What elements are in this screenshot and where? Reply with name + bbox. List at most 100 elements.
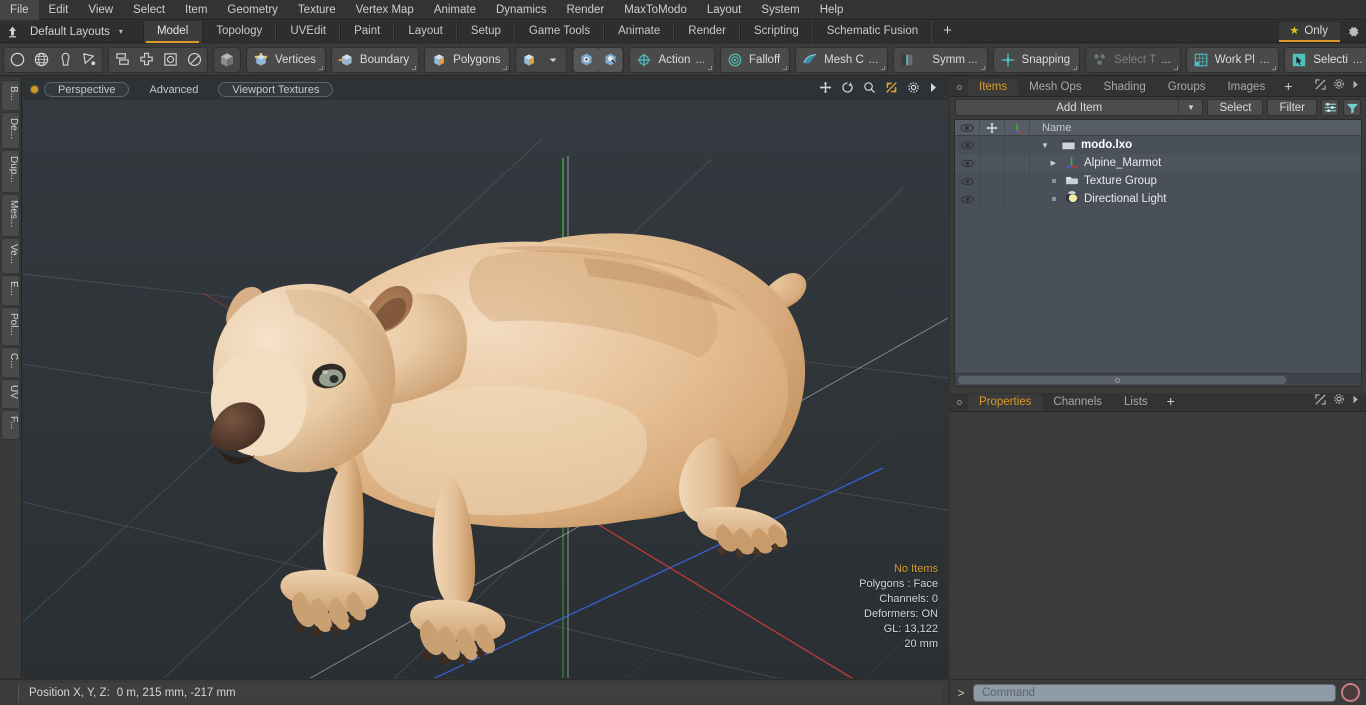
properties-menu-dot[interactable]	[957, 400, 962, 405]
pen-icon[interactable]	[53, 48, 77, 72]
viewport-canvas[interactable]: Y X Z	[23, 78, 948, 678]
snap-vertex-icon[interactable]	[574, 47, 599, 72]
table-row[interactable]: Directional Light	[955, 190, 1361, 208]
rail-tab-deform[interactable]: De...	[1, 112, 20, 150]
menu-item-help[interactable]: Help	[810, 0, 854, 20]
filter-button[interactable]: Filter	[1267, 99, 1317, 116]
row-label-cell[interactable]: ▼ modo.lxo	[1030, 138, 1361, 153]
row-label-cell[interactable]: ▶ Alpine_Marmot	[1030, 155, 1361, 171]
selection-mode-vertices[interactable]: Vertices	[246, 46, 326, 73]
tab-model[interactable]: Model	[142, 20, 203, 43]
menu-item-select[interactable]: Select	[123, 0, 175, 20]
table-row[interactable]: ▶ Alpine_Marmot	[955, 154, 1361, 172]
rail-tab-curve[interactable]: C...	[1, 346, 20, 379]
pan-icon[interactable]	[819, 81, 832, 97]
tab-setup[interactable]: Setup	[456, 20, 515, 43]
expand-icon[interactable]	[1315, 78, 1326, 93]
axis-icon[interactable]	[1005, 119, 1030, 136]
menu-item-dynamics[interactable]: Dynamics	[486, 0, 556, 20]
cube-dropdown-icon[interactable]	[517, 48, 541, 72]
row-axis-cell[interactable]	[1005, 172, 1030, 190]
rail-tab-vertex[interactable]: Ve...	[1, 238, 20, 275]
gear-icon[interactable]	[907, 81, 920, 97]
row-axis-cell[interactable]	[1005, 136, 1030, 154]
layout-selector[interactable]: Default Layouts ▾	[24, 26, 123, 38]
table-row[interactable]: ▼ modo.lxo	[955, 136, 1361, 154]
menu-item-texture[interactable]: Texture	[288, 0, 346, 20]
expand-triangle-icon[interactable]: ▶	[1051, 159, 1056, 167]
rail-tab-fusion[interactable]: F...	[1, 410, 20, 440]
work-plane-chip[interactable]: Work Pl ...	[1185, 46, 1280, 73]
add-tab-button[interactable]: +	[932, 20, 963, 43]
row-visibility-eye-icon[interactable]	[955, 190, 980, 208]
tab-game-tools[interactable]: Game Tools	[514, 20, 605, 43]
row-label-cell[interactable]: Directional Light	[1030, 191, 1361, 207]
align-icon[interactable]	[134, 48, 158, 72]
viewport-view-mode[interactable]: Perspective	[44, 81, 130, 97]
menu-item-item[interactable]: Item	[175, 0, 217, 20]
viewport-3d[interactable]: Y X Z Perspective Advanced Viewport Text…	[23, 78, 948, 678]
menu-item-system[interactable]: System	[751, 0, 809, 20]
snapping-chip[interactable]: Snapping	[992, 46, 1081, 73]
rail-tab-edge[interactable]: E...	[1, 275, 20, 307]
fit-icon[interactable]	[885, 81, 898, 97]
menu-item-edit[interactable]: Edit	[39, 0, 79, 20]
snap-edge-icon[interactable]	[598, 47, 623, 72]
funnel-icon[interactable]	[1343, 99, 1361, 116]
menu-item-file[interactable]: File	[0, 0, 39, 20]
menu-item-view[interactable]: View	[78, 0, 123, 20]
move-icon[interactable]	[980, 119, 1005, 136]
add-panel-tab-button[interactable]: +	[1276, 79, 1300, 96]
scrollbar-thumb[interactable]	[957, 375, 1287, 385]
tab-groups[interactable]: Groups	[1157, 79, 1217, 96]
tab-properties[interactable]: Properties	[968, 394, 1043, 411]
menu-item-geometry[interactable]: Geometry	[217, 0, 288, 20]
rail-tab-polygon[interactable]: Pol...	[1, 307, 20, 346]
item-list-hscrollbar[interactable]	[955, 373, 1361, 386]
tab-shading[interactable]: Shading	[1093, 79, 1157, 96]
properties-chevron-right-icon[interactable]	[1352, 395, 1359, 407]
eye-icon[interactable]	[955, 119, 980, 136]
select-through-chip[interactable]: Select T ...	[1085, 46, 1181, 73]
zoom-icon[interactable]	[863, 81, 876, 97]
selection-mode-polygons[interactable]: Polygons	[424, 46, 511, 73]
expand-triangle-icon[interactable]: ▼	[1034, 141, 1056, 150]
center-icon[interactable]	[158, 48, 182, 72]
tab-items[interactable]: Items	[968, 79, 1019, 96]
panel-menu-dot[interactable]	[957, 85, 962, 90]
rail-tab-duplicate[interactable]: Dup...	[1, 150, 20, 193]
tab-images[interactable]: Images	[1216, 79, 1276, 96]
viewport-textures[interactable]: Viewport Textures	[218, 81, 334, 97]
menu-item-animate[interactable]: Animate	[424, 0, 486, 20]
panel-chevron-right-icon[interactable]	[1352, 80, 1359, 92]
chevron-right-icon[interactable]	[929, 82, 938, 96]
record-icon[interactable]	[1341, 683, 1360, 702]
tab-render[interactable]: Render	[674, 20, 740, 43]
table-row[interactable]: Texture Group	[955, 172, 1361, 190]
mirror-icon[interactable]	[110, 48, 134, 72]
selection-mode-boundary[interactable]: Boundary	[330, 46, 420, 73]
tab-paint[interactable]: Paint	[340, 20, 395, 43]
add-properties-tab-button[interactable]: +	[1159, 394, 1183, 411]
home-icon[interactable]	[0, 21, 24, 43]
viewport-menu-dot[interactable]	[31, 85, 38, 93]
tab-mesh-ops[interactable]: Mesh Ops	[1018, 79, 1092, 96]
add-item-button[interactable]: Add Item ▼	[955, 99, 1204, 116]
row-axis-cell[interactable]	[1005, 154, 1030, 172]
tab-layout[interactable]: Layout	[394, 20, 457, 43]
circle-icon[interactable]	[5, 48, 29, 72]
settings-gear-icon[interactable]	[1340, 21, 1366, 43]
rail-tab-uv[interactable]: UV	[1, 379, 20, 410]
cube-icon[interactable]	[215, 48, 239, 72]
row-visibility-eye-icon[interactable]	[955, 136, 980, 154]
menu-item-maxtomodo[interactable]: MaxToModo	[614, 0, 697, 20]
row-move-cell[interactable]	[980, 154, 1005, 172]
tab-topology[interactable]: Topology	[202, 20, 277, 43]
menu-item-vertex-map[interactable]: Vertex Map	[346, 0, 424, 20]
rail-tab-mesh[interactable]: Mes...	[1, 193, 20, 238]
row-move-cell[interactable]	[980, 172, 1005, 190]
expand-icon[interactable]	[1315, 393, 1326, 408]
row-visibility-eye-icon[interactable]	[955, 172, 980, 190]
curve-icon[interactable]	[77, 48, 101, 72]
list-options-icon[interactable]	[1321, 99, 1339, 116]
